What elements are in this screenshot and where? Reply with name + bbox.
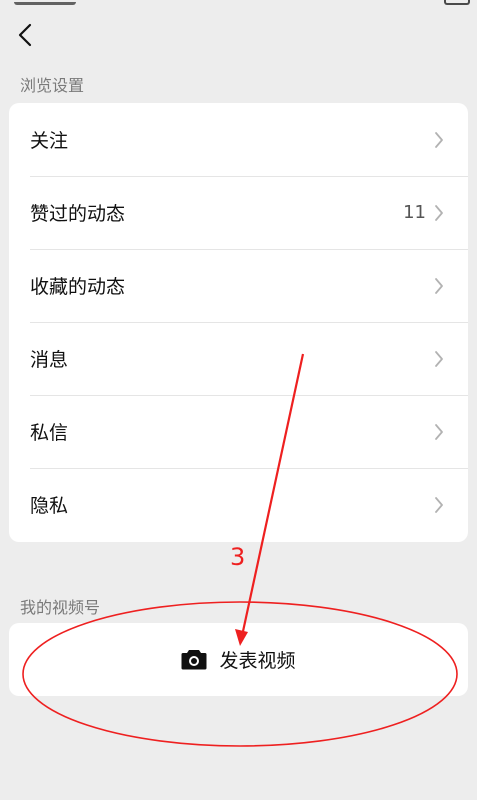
menu-item-label: 隐私 bbox=[30, 495, 69, 517]
menu-item-liked-posts[interactable]: 赞过的动态 11 bbox=[9, 176, 468, 249]
liked-count: 11 bbox=[403, 202, 426, 223]
status-bar bbox=[0, 0, 477, 8]
menu-item-following[interactable]: 关注 bbox=[9, 103, 468, 176]
section-label-my-channel: 我的视频号 bbox=[20, 598, 101, 617]
back-button[interactable] bbox=[8, 18, 42, 52]
menu-item-privacy[interactable]: 隐私 bbox=[9, 468, 468, 541]
camera-icon bbox=[181, 650, 207, 670]
publish-video-label: 发表视频 bbox=[219, 650, 296, 672]
annotation-step-number: 3 bbox=[230, 543, 246, 571]
battery-icon bbox=[444, 0, 470, 5]
publish-video-button[interactable]: 发表视频 bbox=[9, 623, 468, 696]
menu-item-label: 收藏的动态 bbox=[30, 276, 126, 298]
menu-item-label: 关注 bbox=[30, 130, 69, 152]
menu-item-label: 赞过的动态 bbox=[30, 203, 126, 225]
chevron-right-icon bbox=[435, 131, 443, 148]
chevron-right-icon bbox=[435, 277, 443, 294]
section-label-browse-settings: 浏览设置 bbox=[20, 76, 85, 95]
browse-settings-card: 关注 赞过的动态 11 收藏的动态 消息 私信 隐私 bbox=[9, 103, 468, 542]
menu-item-messages[interactable]: 消息 bbox=[9, 322, 468, 395]
chevron-right-icon bbox=[435, 350, 443, 367]
chevron-right-icon bbox=[435, 423, 443, 440]
chevron-left-icon bbox=[18, 23, 32, 47]
menu-item-label: 消息 bbox=[30, 349, 69, 371]
chevron-right-icon bbox=[435, 204, 443, 221]
menu-item-label: 私信 bbox=[30, 422, 69, 444]
chevron-right-icon bbox=[435, 496, 443, 513]
status-bar-fragment bbox=[14, 0, 76, 5]
menu-item-saved-posts[interactable]: 收藏的动态 bbox=[9, 249, 468, 322]
menu-item-private-messages[interactable]: 私信 bbox=[9, 395, 468, 468]
